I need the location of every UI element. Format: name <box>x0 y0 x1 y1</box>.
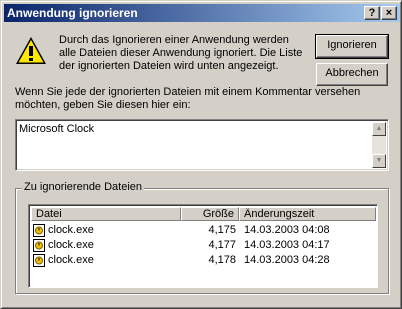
table-row[interactable]: clock.exe 4,178 14.03.2003 04:28 <box>31 253 376 268</box>
file-name: clock.exe <box>48 224 94 236</box>
list-header: Datei Größe Änderungszeit <box>31 207 376 221</box>
file-modified: 14.03.2003 04:08 <box>244 224 330 236</box>
ignore-button[interactable]: Ignorieren <box>315 34 389 59</box>
dialog-window: Anwendung ignorieren ? × Durch das Ignor… <box>0 0 402 309</box>
column-header-size[interactable]: Größe <box>181 207 239 221</box>
info-message: Durch das Ignorieren einer Anwendung wer… <box>59 34 303 72</box>
warning-icon <box>16 37 46 64</box>
column-header-file[interactable]: Datei <box>31 207 181 221</box>
file-icon <box>33 254 45 267</box>
files-groupbox: Zu ignorierende Dateien Datei Größe Ände… <box>15 181 389 294</box>
title-bar[interactable]: Anwendung ignorieren ? × <box>4 4 400 22</box>
scroll-down-icon[interactable]: ▼ <box>372 154 386 168</box>
file-modified: 14.03.2003 04:17 <box>244 239 330 251</box>
comment-value: Microsoft Clock <box>19 123 95 135</box>
table-row[interactable]: clock.exe 4,175 14.03.2003 04:08 <box>31 223 376 238</box>
file-size: 4,175 <box>208 224 236 236</box>
file-size: 4,177 <box>208 239 236 251</box>
table-row[interactable]: clock.exe 4,177 14.03.2003 04:17 <box>31 238 376 253</box>
group-label: Zu ignorierende Dateien <box>22 181 145 193</box>
file-icon <box>33 239 45 252</box>
file-name: clock.exe <box>48 254 94 266</box>
comment-textarea[interactable]: Microsoft Clock ▲ ▼ <box>15 119 389 171</box>
column-header-modified[interactable]: Änderungszeit <box>239 207 376 221</box>
file-size: 4,178 <box>208 254 236 266</box>
files-listview[interactable]: Datei Größe Änderungszeit clock.exe 4,17… <box>28 204 378 288</box>
file-icon <box>33 224 45 237</box>
cancel-button[interactable]: Abbrechen <box>316 63 388 86</box>
comment-scrollbar[interactable]: ▲ ▼ <box>372 122 386 168</box>
file-name: clock.exe <box>48 239 94 251</box>
scroll-up-icon[interactable]: ▲ <box>372 122 386 136</box>
help-button[interactable]: ? <box>364 6 380 20</box>
comment-prompt: Wenn Sie jede der ignorierten Dateien mi… <box>15 86 361 111</box>
close-button[interactable]: × <box>381 6 397 20</box>
window-title: Anwendung ignorieren <box>7 6 138 20</box>
file-modified: 14.03.2003 04:28 <box>244 254 330 266</box>
